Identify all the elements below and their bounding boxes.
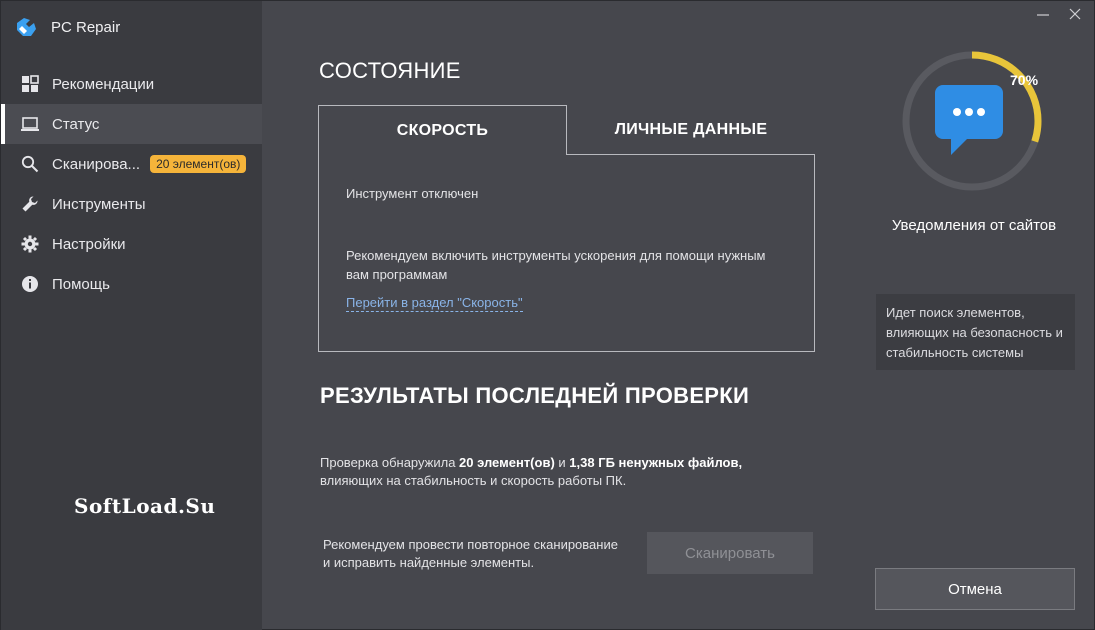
recommendation-line: Рекомендуем включить инструменты ускорен… bbox=[346, 248, 766, 263]
results-count: 20 элемент(ов) bbox=[459, 455, 555, 470]
tab-speed[interactable]: СКОРОСТЬ bbox=[318, 105, 567, 155]
wrench-icon bbox=[21, 195, 39, 213]
sidebar-item-label: Рекомендации bbox=[52, 75, 155, 93]
sidebar-nav: Рекомендации Статус Сканирова... 20 элем… bbox=[1, 64, 262, 304]
speed-section-link[interactable]: Перейти в раздел "Скорость" bbox=[346, 295, 523, 312]
results-size: 1,38 ГБ ненужных файлов, bbox=[569, 455, 743, 470]
close-icon[interactable] bbox=[1066, 5, 1084, 23]
sidebar-item-tools[interactable]: Инструменты bbox=[1, 184, 262, 224]
sidebar-item-label: Сканирова... bbox=[52, 155, 141, 173]
chat-bubble-icon bbox=[935, 85, 1003, 155]
page-title: СОСТОЯНИЕ bbox=[319, 58, 461, 83]
sidebar-item-label: Инструменты bbox=[52, 195, 146, 213]
app-window: PC Repair Рекомендации Статус Сканирова.… bbox=[0, 0, 1095, 630]
sidebar: PC Repair Рекомендации Статус Сканирова.… bbox=[1, 1, 262, 630]
recommendation-text: Рекомендуем включить инструменты ускорен… bbox=[346, 246, 796, 284]
sidebar-item-label: Настройки bbox=[52, 235, 126, 253]
results-line: Проверка обнаружила 20 элемент(ов) и 1,3… bbox=[320, 454, 790, 472]
watermark: SoftLoad.Su bbox=[74, 494, 216, 518]
gear-icon bbox=[21, 235, 39, 253]
progress-percent: 70% bbox=[1010, 72, 1039, 88]
app-title: PC Repair bbox=[51, 18, 121, 36]
rescan-line: Рекомендуем провести повторное сканирова… bbox=[323, 537, 618, 552]
window-controls bbox=[1034, 5, 1084, 23]
scan-count-badge: 20 элемент(ов) bbox=[150, 155, 247, 173]
results-mid: и bbox=[554, 455, 570, 470]
rescan-text: Рекомендуем провести повторное сканирова… bbox=[323, 536, 643, 572]
tool-status-text: Инструмент отключен bbox=[346, 186, 479, 201]
sidebar-item-settings[interactable]: Настройки bbox=[1, 224, 262, 264]
sidebar-item-help[interactable]: Помощь bbox=[1, 264, 262, 304]
app-logo-icon bbox=[13, 14, 39, 40]
sidebar-item-label: Статус bbox=[52, 115, 100, 133]
tab-joint bbox=[319, 153, 566, 156]
scan-button[interactable]: Сканировать bbox=[647, 532, 813, 574]
info-icon bbox=[21, 275, 39, 293]
recommendation-line: вам программам bbox=[346, 267, 448, 282]
results-summary: Проверка обнаружила 20 элемент(ов) и 1,3… bbox=[320, 454, 790, 490]
results-line: влияющих на стабильность и скорость рабо… bbox=[320, 473, 627, 488]
scan-item-caption: Уведомления от сайтов bbox=[891, 217, 1057, 234]
results-prefix: Проверка обнаружила bbox=[320, 455, 460, 470]
sidebar-item-label: Помощь bbox=[52, 275, 110, 293]
monitor-icon bbox=[21, 115, 39, 133]
sidebar-item-status[interactable]: Статус bbox=[1, 104, 262, 144]
sidebar-item-scan[interactable]: Сканирова... 20 элемент(ов) bbox=[1, 144, 262, 184]
search-icon bbox=[21, 155, 39, 173]
app-header: PC Repair bbox=[13, 13, 120, 41]
sidebar-item-recommendations[interactable]: Рекомендации bbox=[1, 64, 262, 104]
results-title: РЕЗУЛЬТАТЫ ПОСЛЕДНЕЙ ПРОВЕРКИ bbox=[320, 383, 750, 408]
tab-personal-data[interactable]: ЛИЧНЫЕ ДАННЫЕ bbox=[567, 105, 815, 155]
tab-bar: СКОРОСТЬ ЛИЧНЫЕ ДАННЫЕ bbox=[318, 105, 815, 155]
grid-icon bbox=[21, 75, 39, 93]
scan-info-box: Идет поиск элементов, влияющих на безопа… bbox=[876, 294, 1075, 370]
cancel-button[interactable]: Отмена bbox=[875, 568, 1075, 610]
minimize-icon[interactable] bbox=[1034, 5, 1052, 23]
rescan-line: и исправить найденные элементы. bbox=[323, 555, 535, 570]
